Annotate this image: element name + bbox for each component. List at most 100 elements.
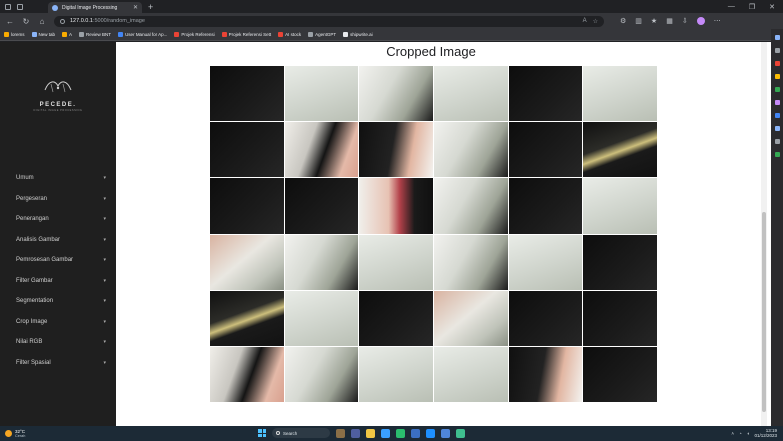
image-tile xyxy=(210,122,284,178)
sidebar-item-analisis-gambar[interactable]: Analisis Gambar ▾ xyxy=(0,230,116,251)
chevron-up-icon[interactable]: ˄ xyxy=(731,431,734,436)
bookmark-favicon-icon xyxy=(79,32,85,37)
more-menu-icon[interactable]: ⋯ xyxy=(714,17,721,25)
sidebar-item-label: Umum xyxy=(16,175,34,182)
system-tray: ˄ ◔ ◖ 13:19 01/12/2023 xyxy=(731,428,777,438)
scrollbar-thumb[interactable] xyxy=(762,212,766,412)
back-icon[interactable]: ← xyxy=(6,17,14,26)
side-panel-app-icon[interactable] xyxy=(774,113,780,118)
bookmark-item[interactable]: shipwrite.ai xyxy=(343,32,373,37)
volume-icon[interactable]: ◖ xyxy=(747,431,750,436)
reload-icon[interactable]: ↻ xyxy=(22,17,30,26)
read-aloud-icon[interactable]: A xyxy=(583,18,587,25)
sidebar-item-nilai-rgb[interactable]: Nilai RGB ▾ xyxy=(0,332,116,353)
bookmark-item[interactable]: Projek Referensi xyxy=(174,32,215,37)
new-tab-icon[interactable]: + xyxy=(148,2,153,12)
extensions-icon[interactable]: ⚙ xyxy=(620,17,626,25)
maximize-icon[interactable]: ❐ xyxy=(749,3,755,11)
sidebar-item-pemrosesan-gambar[interactable]: Pemrosesan Gambar ▾ xyxy=(0,250,116,271)
sidebar-item-crop-image[interactable]: Crop Image ▾ xyxy=(0,312,116,333)
tab-close-icon[interactable]: ✕ xyxy=(133,4,138,11)
taskbar-app-icon[interactable] xyxy=(441,428,450,438)
chevron-down-icon: ▾ xyxy=(103,195,106,202)
side-panel-app-icon[interactable] xyxy=(774,152,780,157)
browser-titlebar: Digital Image Processing ✕ + — ❐ ✕ xyxy=(0,0,783,13)
minimize-icon[interactable]: — xyxy=(728,3,735,11)
bookmark-item[interactable]: New tab xyxy=(31,32,55,37)
wifi-icon[interactable]: ◔ xyxy=(739,431,742,436)
url-input[interactable]: 127.0.0.1:5000/random_image A ☆ xyxy=(54,15,604,27)
image-tile xyxy=(284,122,359,178)
sidebar-item-filter-gambar[interactable]: Filter Gambar ▾ xyxy=(0,271,116,292)
chevron-down-icon: ▾ xyxy=(103,339,106,346)
chevron-down-icon: ▾ xyxy=(103,318,106,325)
bookmark-favicon-icon xyxy=(31,32,37,37)
collections-icon[interactable]: ▦ xyxy=(666,17,673,25)
taskbar-app-icon[interactable] xyxy=(351,428,360,438)
sidebar-item-label: Analisis Gambar xyxy=(16,236,61,243)
sidebar-item-umum[interactable]: Umum ▾ xyxy=(0,168,116,189)
close-window-icon[interactable]: ✕ xyxy=(769,3,775,11)
image-tile xyxy=(583,178,657,234)
sun-icon xyxy=(5,430,12,437)
page-scrollbar[interactable] xyxy=(761,42,767,426)
taskbar-app-icon[interactable] xyxy=(426,428,435,438)
bookmark-favicon-icon xyxy=(174,32,180,37)
home-icon[interactable]: ⌂ xyxy=(38,17,46,26)
chevron-down-icon: ▾ xyxy=(103,257,106,264)
favorites-icon[interactable]: ★ xyxy=(651,17,657,25)
bookmark-label: AI stock xyxy=(285,32,302,37)
taskbar-app-icon[interactable] xyxy=(411,428,420,438)
sidebar-menu: Umum ▾ Pergeseran ▾ Penerangan ▾ Analisis Gamb… xyxy=(0,168,116,373)
sidebar-item-filter-spasial[interactable]: Filter Spasial ▾ xyxy=(0,353,116,374)
taskbar-search[interactable]: Search xyxy=(272,428,330,438)
tab-active[interactable]: Digital Image Processing ✕ xyxy=(48,2,142,13)
bookmark-item[interactable]: A xyxy=(62,32,72,37)
favorite-star-icon[interactable]: ☆ xyxy=(593,18,598,25)
side-panel-app-icon[interactable] xyxy=(774,35,780,40)
chevron-down-icon: ▾ xyxy=(103,277,106,284)
windows-start-icon[interactable] xyxy=(258,429,266,437)
image-tile xyxy=(508,234,583,290)
tab-title: Digital Image Processing xyxy=(62,4,118,11)
sidebar-item-penerangan[interactable]: Penerangan ▾ xyxy=(0,209,116,230)
weather-widget[interactable]: 32°C Cerah xyxy=(0,429,100,439)
profile-avatar[interactable] xyxy=(696,17,705,25)
bookmark-item[interactable]: User Manual for Ap... xyxy=(118,32,167,37)
bookmark-item[interactable]: AI stock xyxy=(278,32,301,37)
taskbar-apps: Search xyxy=(258,428,465,438)
downloads-icon[interactable]: ⇩ xyxy=(682,17,688,25)
side-panel-app-icon[interactable] xyxy=(774,48,780,53)
side-panel-app-icon[interactable] xyxy=(774,126,780,131)
workspaces-icon[interactable] xyxy=(5,3,11,10)
side-panel-app-icon[interactable] xyxy=(774,61,780,66)
toolbar-icons: ⚙ ▥ ★ ▦ ⇩ ⋯ xyxy=(620,17,721,25)
side-panel-app-icon[interactable] xyxy=(774,139,780,144)
bookmark-item[interactable]: lorems xyxy=(4,32,25,37)
image-tile xyxy=(508,290,583,346)
split-screen-icon[interactable]: ▥ xyxy=(635,17,642,25)
taskbar-app-icon[interactable] xyxy=(336,428,345,438)
image-tile xyxy=(508,122,583,178)
side-panel-app-icon[interactable] xyxy=(774,74,780,79)
sidebar-item-segmentation[interactable]: Segmentation ▾ xyxy=(0,291,116,312)
image-tile xyxy=(433,290,508,346)
taskbar-app-icon[interactable] xyxy=(456,428,465,438)
sidebar-item-pergeseran[interactable]: Pergeseran ▾ xyxy=(0,189,116,210)
tab-actions-icon[interactable] xyxy=(17,3,23,10)
site-info-icon[interactable] xyxy=(60,18,65,24)
bookmark-favicon-icon xyxy=(118,32,124,37)
main-content: Cropped Image xyxy=(116,42,766,426)
bookmark-item[interactable]: Projek Referensi Sett xyxy=(221,32,271,37)
image-tile xyxy=(583,234,657,290)
taskbar-app-icon[interactable] xyxy=(381,428,390,438)
taskbar-app-icon[interactable] xyxy=(366,428,375,438)
taskbar-app-icon[interactable] xyxy=(396,428,405,438)
bookmark-item[interactable]: AgentGPT xyxy=(308,32,336,37)
clock[interactable]: 13:19 01/12/2023 xyxy=(754,428,777,438)
side-panel-app-icon[interactable] xyxy=(774,87,780,92)
side-panel-app-icon[interactable] xyxy=(774,100,780,105)
image-tile xyxy=(433,178,508,234)
sidebar-item-label: Nilai RGB xyxy=(16,339,43,346)
bookmark-item[interactable]: Review BNT xyxy=(79,32,111,37)
